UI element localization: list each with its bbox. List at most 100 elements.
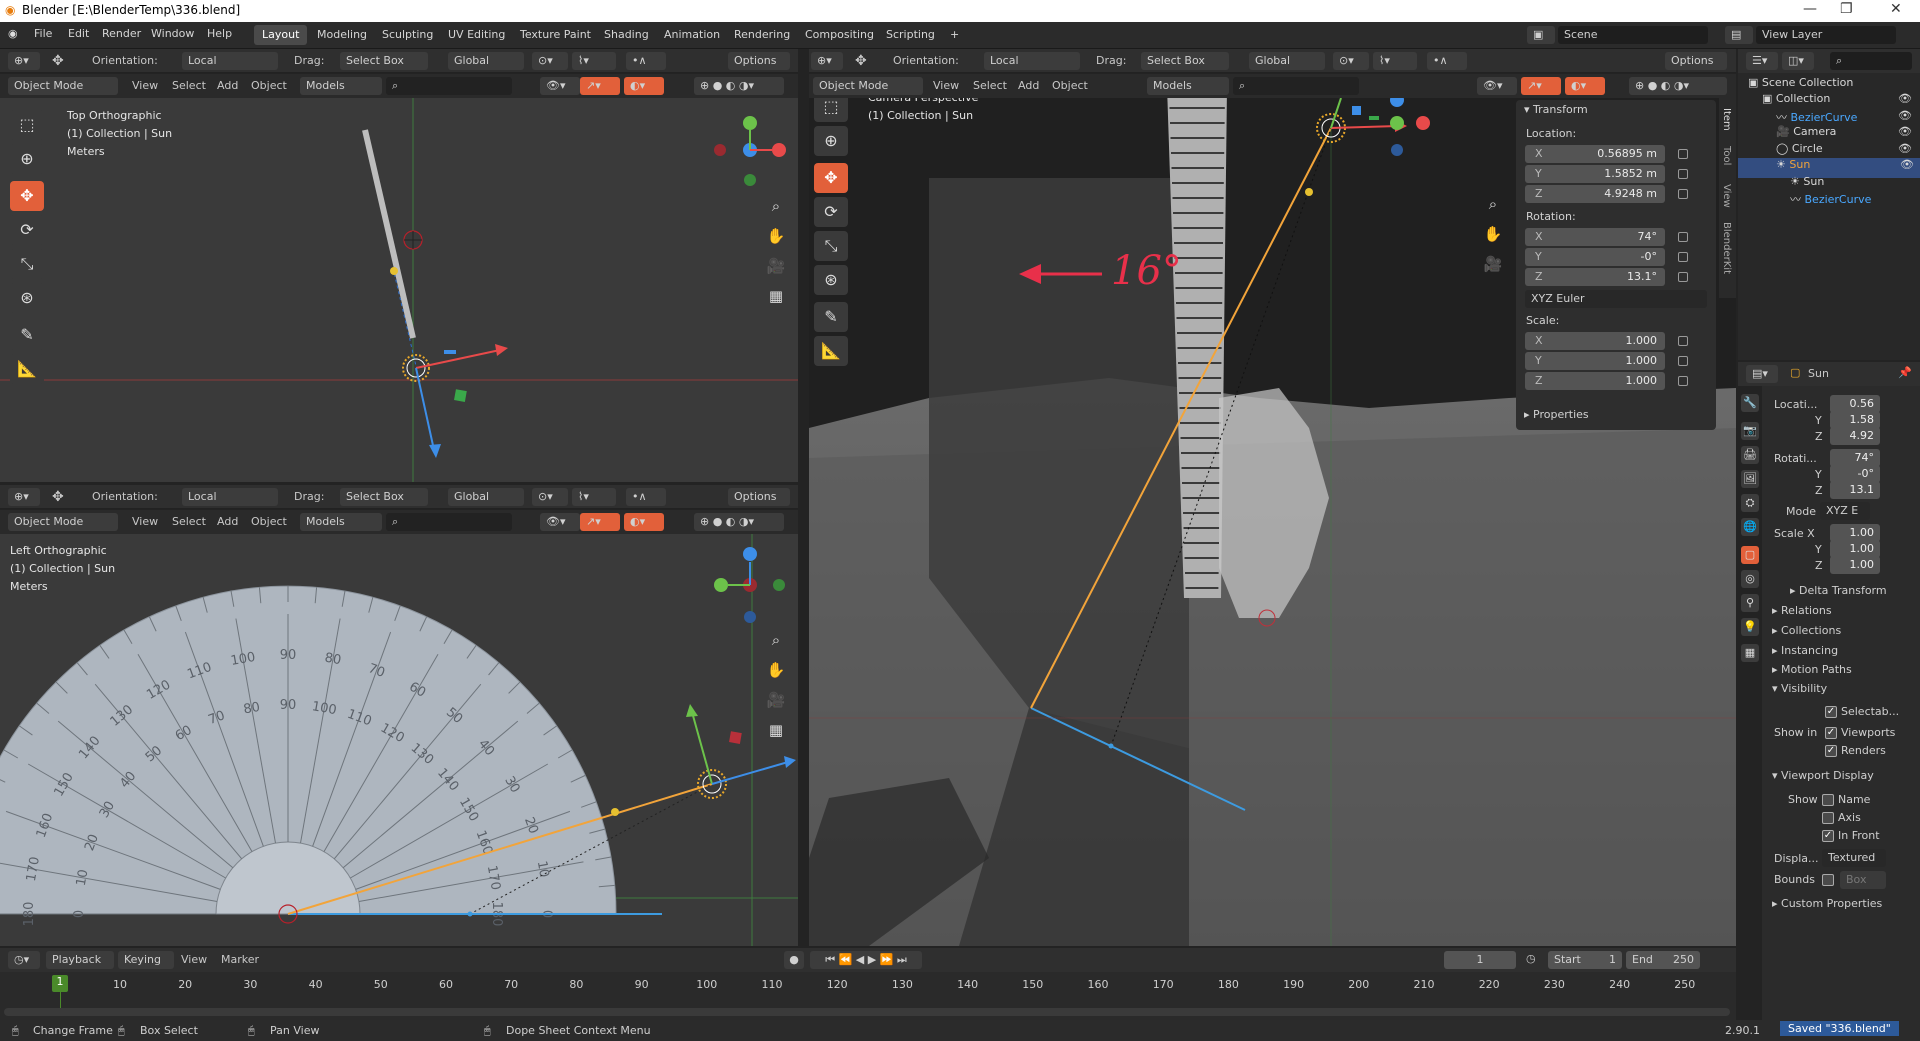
object-menu[interactable]: Object [251, 79, 287, 92]
location-z-field[interactable]: Z 4.9248 m [1525, 185, 1665, 203]
scale-tool[interactable]: ⤡ [10, 249, 44, 279]
editor-type-button[interactable]: ☰▾ [1746, 52, 1778, 70]
options-dropdown[interactable]: Options [728, 488, 790, 506]
tab-rendering[interactable]: Rendering [726, 25, 798, 45]
axis-checkbox[interactable] [1822, 812, 1834, 824]
visibility-eye-icon[interactable]: 👁 [1898, 109, 1912, 122]
drag-dropdown[interactable]: Select Box [340, 52, 428, 70]
relations-section[interactable]: ▸ Relations [1772, 604, 1832, 617]
search-field[interactable]: ⌕ [386, 77, 512, 95]
constraints-tab-icon[interactable]: ⚲ [1741, 594, 1759, 612]
move-tool[interactable]: ✥ [10, 181, 44, 211]
select-menu[interactable]: Select [172, 515, 206, 528]
visibility-icon[interactable]: 👁▾ [1477, 77, 1517, 95]
viewport-camera[interactable]: 16° Camera Perspective (1) Collection | … [809, 98, 1736, 946]
drag-dropdown[interactable]: Select Box [340, 488, 428, 506]
lock-icon[interactable] [1678, 336, 1688, 346]
visibility-eye-icon[interactable]: 👁 [1898, 125, 1912, 138]
lock-icon[interactable] [1678, 149, 1688, 159]
clock-icon[interactable]: ◷ [1526, 952, 1536, 965]
current-frame-marker[interactable]: 1 [52, 975, 68, 992]
rotation-x-field[interactable]: X 74° [1525, 228, 1665, 246]
world-tab-icon[interactable]: 🌐 [1741, 518, 1759, 536]
maximize-button[interactable]: ❐ [1840, 1, 1853, 17]
viewport-left-ortho[interactable]: 0 180 10 170 20 160 30 150 40 140 50 130 60 120 70 110 8… [0, 534, 798, 946]
custom-properties-section[interactable]: ▸ Custom Properties [1772, 897, 1882, 910]
orientation-dropdown[interactable]: Local [984, 52, 1080, 70]
zoom-icon[interactable]: ⌕ [762, 626, 790, 654]
measure-tool[interactable]: 📐 [814, 336, 848, 366]
scale-tool[interactable]: ⤡ [814, 231, 848, 261]
menu-help[interactable]: Help [207, 27, 232, 40]
rotation-z-field[interactable]: 13.1 [1830, 481, 1880, 499]
cursor-tool[interactable]: ⊕ [814, 126, 848, 156]
lock-icon[interactable] [1678, 272, 1688, 282]
visibility-eye-icon[interactable]: 👁 [1898, 142, 1912, 155]
search-field[interactable]: ⌕ [386, 513, 512, 531]
object-mode-dropdown[interactable]: Object Mode [8, 513, 118, 531]
editor-type-button[interactable]: ⊕▾ [8, 52, 40, 70]
menu-render[interactable]: Render [102, 27, 141, 40]
transform-tool[interactable]: ⊛ [814, 265, 848, 295]
proportional-edit-icon[interactable]: •∧ [1427, 52, 1467, 70]
annotate-tool[interactable]: ✎ [10, 320, 44, 350]
location-y-field[interactable]: Y 1.5852 m [1525, 165, 1665, 183]
editor-type-button[interactable]: ▤▾ [1746, 365, 1778, 383]
options-dropdown[interactable]: Options [728, 52, 790, 70]
bounds-checkbox[interactable] [1822, 874, 1834, 886]
pan-hand-icon[interactable]: ✋ [762, 222, 790, 250]
transform-tool[interactable]: ⊛ [10, 283, 44, 313]
annotate-tool[interactable]: ✎ [814, 302, 848, 332]
rotate-tool[interactable]: ⟳ [10, 215, 44, 245]
scene-selector[interactable]: Scene [1558, 26, 1708, 44]
location-z-field[interactable]: 4.92 [1830, 427, 1880, 445]
visibility-icon[interactable]: 👁▾ [540, 513, 580, 531]
timeline-marker-menu[interactable]: Marker [221, 953, 259, 966]
tab-modeling[interactable]: Modeling [309, 25, 375, 45]
viewport-display-section[interactable]: ▾ Viewport Display [1772, 769, 1874, 782]
view-layer-icon[interactable]: ▤ [1725, 26, 1753, 44]
properties-subpanel[interactable]: ▸ Properties [1524, 408, 1589, 421]
scale-z-field[interactable]: Z 1.000 [1525, 372, 1665, 390]
gizmo-icon[interactable]: ↗▾ [580, 513, 620, 531]
view-menu[interactable]: View [132, 79, 158, 92]
timeline-scrollbar[interactable] [4, 1008, 1730, 1016]
gizmo-icon[interactable]: ↗▾ [1521, 77, 1561, 95]
lock-icon[interactable] [1678, 356, 1688, 366]
select-box-tool[interactable]: ⬚ [10, 110, 44, 140]
timeline-area[interactable]: 1 [0, 972, 1736, 1020]
editor-type-button[interactable]: ⊕▾ [8, 488, 40, 506]
tab-compositing[interactable]: Compositing [797, 25, 882, 45]
select-box-tool[interactable]: ⬚ [814, 98, 848, 122]
overlay-icon[interactable]: ◐▾ [1565, 77, 1605, 95]
minimize-button[interactable]: — [1803, 1, 1817, 17]
current-frame-field[interactable]: 1 [1444, 951, 1516, 969]
lock-icon[interactable] [1678, 169, 1688, 179]
display-as-dropdown[interactable]: Textured [1822, 849, 1886, 867]
pivot-icon[interactable]: ⊙▾ [1333, 52, 1369, 70]
add-menu[interactable]: Add [217, 79, 238, 92]
select-menu[interactable]: Select [973, 79, 1007, 92]
keying-dropdown[interactable]: Keying [118, 951, 174, 969]
record-button[interactable]: ● [784, 951, 804, 969]
shading-modes[interactable]: ⊕ ● ◐ ◑▾ [694, 77, 784, 95]
shading-modes[interactable]: ⊕ ● ◐ ◑▾ [694, 513, 784, 531]
proportional-edit-icon[interactable]: •∧ [626, 488, 666, 506]
menu-file[interactable]: File [34, 27, 52, 40]
collection-filter-dropdown[interactable]: Models [300, 513, 382, 531]
add-menu[interactable]: Add [217, 515, 238, 528]
in-front-checkbox[interactable]: ✓ [1822, 830, 1834, 842]
overlay-icon[interactable]: ◐▾ [624, 77, 664, 95]
transform-orientation-dropdown[interactable]: Global [1249, 52, 1325, 70]
tab-texture-paint[interactable]: Texture Paint [512, 25, 599, 45]
select-menu[interactable]: Select [172, 79, 206, 92]
playback-dropdown[interactable]: Playback [46, 951, 114, 969]
scale-x-field[interactable]: X 1.000 [1525, 332, 1665, 350]
rotation-mode-dropdown[interactable]: XYZ Euler [1525, 290, 1707, 308]
tab-tool[interactable]: Tool [1721, 146, 1732, 165]
shading-modes[interactable]: ⊕ ● ◐ ◑▾ [1629, 77, 1727, 95]
orientation-dropdown[interactable]: Local [182, 488, 278, 506]
object-menu[interactable]: Object [1052, 79, 1088, 92]
add-workspace-button[interactable]: + [942, 25, 967, 45]
proportional-edit-icon[interactable]: •∧ [626, 52, 666, 70]
